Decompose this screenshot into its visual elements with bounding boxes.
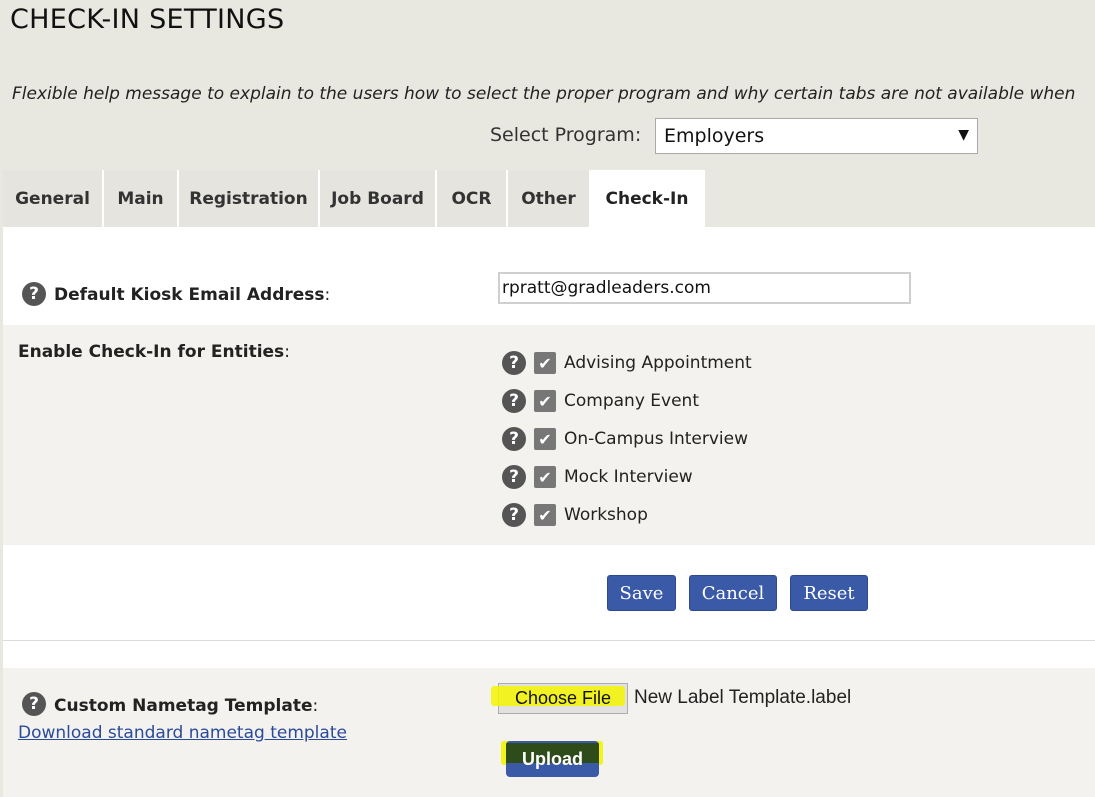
dropdown-arrow-icon: ▼ — [958, 127, 969, 143]
select-program-label: Select Program: — [490, 124, 642, 146]
checkbox-advising-appointment[interactable]: ✔ — [534, 352, 556, 374]
entity-label: Company Event — [564, 391, 699, 411]
enable-check-in-label: Enable Check-In for Entities: — [18, 342, 290, 362]
help-icon[interactable]: ? — [502, 503, 526, 527]
help-message: Flexible help message to explain to the … — [12, 84, 1076, 104]
page-title: CHECK-IN SETTINGS — [10, 4, 285, 35]
entity-row-on-campus-interview: ? ✔ On-Campus Interview — [502, 426, 748, 452]
checkbox-on-campus-interview[interactable]: ✔ — [534, 428, 556, 450]
tab-check-in[interactable]: Check-In — [591, 170, 705, 227]
tab-main[interactable]: Main — [104, 170, 179, 227]
actions-section — [3, 545, 1095, 668]
checkbox-workshop[interactable]: ✔ — [534, 504, 556, 526]
program-select[interactable]: Employers ▼ — [655, 118, 978, 154]
entity-row-company-event: ? ✔ Company Event — [502, 388, 699, 414]
entity-label: Mock Interview — [564, 467, 693, 487]
choose-file-label: Choose File — [514, 688, 612, 708]
upload-label: Upload — [522, 748, 583, 769]
tab-registration[interactable]: Registration — [179, 170, 320, 227]
tab-ocr[interactable]: OCR — [437, 170, 508, 227]
help-icon[interactable]: ? — [502, 427, 526, 451]
kiosk-email-label: Default Kiosk Email Address: — [54, 285, 331, 305]
entity-label: Advising Appointment — [564, 353, 752, 373]
help-icon[interactable]: ? — [502, 351, 526, 375]
tab-job-board[interactable]: Job Board — [320, 170, 437, 227]
kiosk-email-input[interactable]: rpratt@gradleaders.com — [498, 272, 911, 304]
help-icon[interactable]: ? — [22, 282, 46, 306]
save-button[interactable]: Save — [607, 575, 676, 611]
selected-file-name: New Label Template.label — [634, 687, 852, 708]
entity-row-mock-interview: ? ✔ Mock Interview — [502, 464, 693, 490]
checkbox-mock-interview[interactable]: ✔ — [534, 466, 556, 488]
entity-label: Workshop — [564, 505, 648, 525]
tab-general[interactable]: General — [3, 170, 104, 227]
custom-nametag-label: Custom Nametag Template: — [54, 696, 319, 716]
reset-button[interactable]: Reset — [790, 575, 868, 611]
help-icon[interactable]: ? — [502, 389, 526, 413]
upload-button[interactable]: Upload — [506, 741, 599, 777]
settings-tabs: General Main Registration Job Board OCR … — [3, 170, 705, 227]
program-select-value: Employers — [664, 125, 765, 147]
entity-row-workshop: ? ✔ Workshop — [502, 502, 648, 528]
section-divider — [3, 640, 1095, 641]
help-icon[interactable]: ? — [502, 465, 526, 489]
entity-label: On-Campus Interview — [564, 429, 749, 449]
checkbox-company-event[interactable]: ✔ — [534, 390, 556, 412]
cancel-button[interactable]: Cancel — [689, 575, 777, 611]
download-nametag-link[interactable]: Download standard nametag template — [18, 723, 347, 743]
help-icon[interactable]: ? — [22, 692, 46, 716]
entity-row-advising-appointment: ? ✔ Advising Appointment — [502, 350, 752, 376]
tab-other[interactable]: Other — [508, 170, 591, 227]
